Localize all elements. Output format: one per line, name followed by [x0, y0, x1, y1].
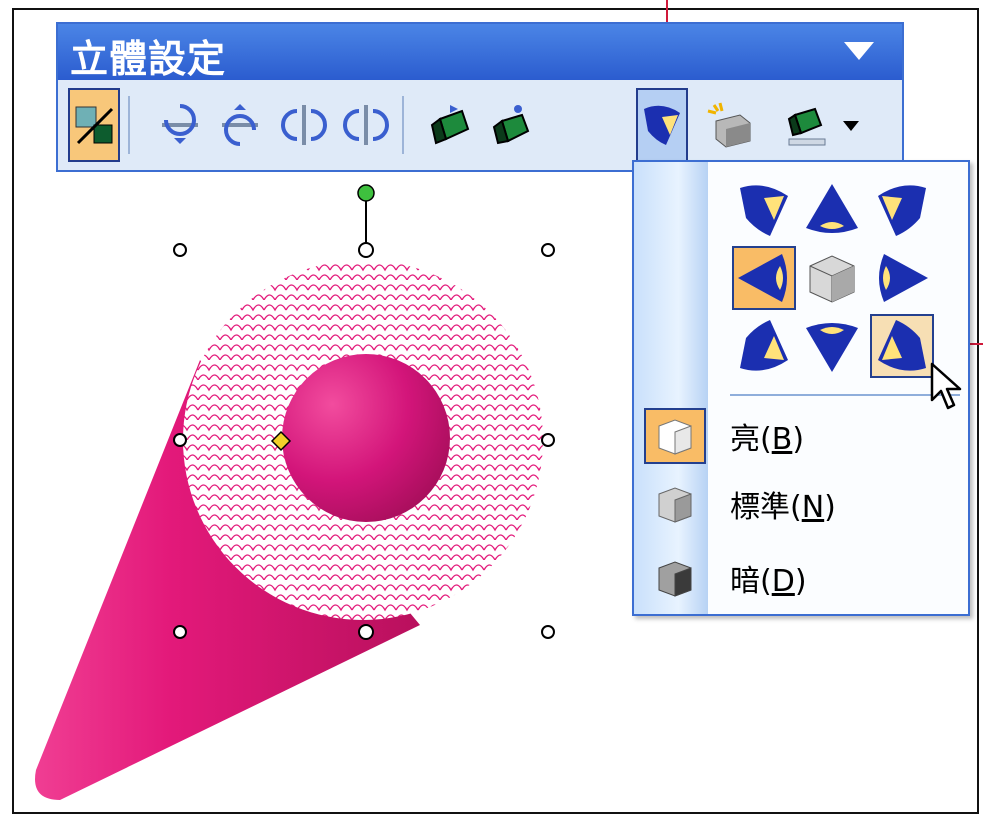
- tilt-left-button[interactable]: [278, 88, 330, 162]
- tilt-up-button[interactable]: [214, 88, 266, 162]
- dropdown-divider: [730, 394, 960, 396]
- normal-cube-icon: [644, 476, 706, 532]
- surface-button[interactable]: [704, 88, 756, 162]
- resize-handle[interactable]: [173, 243, 187, 257]
- toolbar-title: 立體設定: [70, 37, 227, 81]
- intensity-label: 亮(B): [730, 422, 805, 457]
- 3d-toggle-icon: [75, 106, 114, 145]
- light-direction-top-left[interactable]: [732, 178, 796, 242]
- tilt-down-icon: [162, 104, 198, 144]
- light-bottom-right-icon: [878, 320, 926, 371]
- resize-handle[interactable]: [173, 433, 187, 447]
- light-top-icon: [806, 184, 858, 233]
- dropdown-triangle-icon[interactable]: [844, 42, 874, 60]
- light-right-icon: [879, 254, 928, 302]
- light-direction-top[interactable]: [800, 178, 864, 242]
- toggle-3d-button[interactable]: [68, 88, 120, 162]
- tilt-right-button[interactable]: [340, 88, 392, 162]
- resize-handle[interactable]: [173, 625, 187, 639]
- cone-hole: [282, 354, 450, 522]
- tilt-right-icon: [343, 105, 389, 145]
- light-bottom-left-icon: [740, 320, 788, 371]
- light-top-right-icon: [878, 185, 926, 236]
- close-button[interactable]: ×: [908, 32, 931, 65]
- lighting-button[interactable]: [636, 88, 688, 162]
- light-direction-left[interactable]: [732, 246, 796, 310]
- rotate-handle[interactable]: [357, 184, 375, 202]
- light-direction-bottom[interactable]: [800, 314, 864, 378]
- tilt-down-button[interactable]: [154, 88, 206, 162]
- resize-handle[interactable]: [541, 625, 555, 639]
- light-top-left-icon: [740, 185, 788, 236]
- light-center-icon: [809, 255, 855, 303]
- lighting-icon: [644, 105, 680, 145]
- intensity-bright[interactable]: 亮(B): [640, 404, 960, 466]
- 3d-color-icon: [787, 107, 859, 146]
- intensity-label: 標準(N): [730, 490, 836, 525]
- intensity-label: 暗(D): [730, 564, 807, 599]
- light-left-icon: [738, 254, 787, 302]
- toolbar-titlebar[interactable]: 立體設定 ×: [58, 24, 931, 81]
- tilt-up-icon: [222, 104, 258, 146]
- tilt-left-icon: [281, 105, 327, 145]
- intensity-normal[interactable]: 標準(N): [640, 472, 960, 534]
- 3d-settings-toolbar: 立體設定 ×: [56, 22, 931, 172]
- resize-handle[interactable]: [358, 624, 374, 640]
- light-direction-right[interactable]: [870, 246, 934, 310]
- surface-icon: [707, 102, 751, 148]
- dim-cube-icon: [644, 550, 706, 606]
- bright-cube-icon: [644, 408, 706, 464]
- direction-icon: [492, 105, 530, 145]
- light-bottom-icon: [806, 323, 858, 372]
- 3d-color-button[interactable]: [780, 88, 870, 162]
- toolbar-separator: [402, 96, 404, 154]
- mouse-pointer-icon: [930, 362, 962, 410]
- light-direction-bottom-left[interactable]: [732, 314, 796, 378]
- depth-icon: [430, 105, 470, 145]
- light-direction-center[interactable]: [800, 246, 864, 310]
- light-direction-bottom-right[interactable]: [870, 314, 934, 378]
- depth-button[interactable]: [424, 88, 476, 162]
- toolbar-separator: [128, 96, 130, 154]
- resize-handle[interactable]: [358, 242, 374, 258]
- intensity-dim[interactable]: 暗(D): [640, 546, 960, 608]
- resize-handle[interactable]: [541, 243, 555, 257]
- resize-handle[interactable]: [541, 433, 555, 447]
- lighting-dropdown: 亮(B) 標準(N) 暗(D): [632, 160, 970, 616]
- direction-button[interactable]: [486, 88, 538, 162]
- light-direction-top-right[interactable]: [870, 178, 934, 242]
